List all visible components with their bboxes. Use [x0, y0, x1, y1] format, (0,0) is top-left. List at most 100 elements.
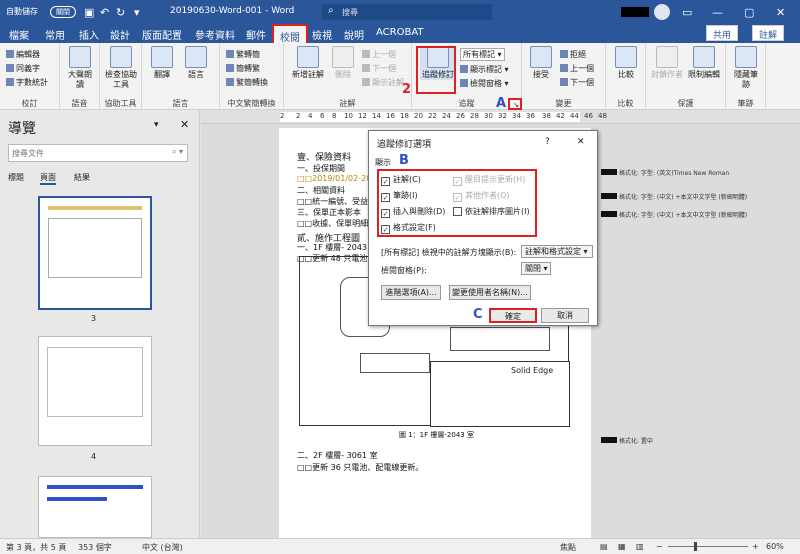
share-button[interactable]: 共用 [706, 25, 739, 41]
checkbox-highlight-updates[interactable]: ✓ 醒目提示更新(H) [453, 174, 525, 186]
nav-close-icon[interactable]: ✕ [180, 118, 189, 131]
restrict-editing-button[interactable]: 限制編輯 [686, 46, 722, 80]
translate-button[interactable]: 翻譯 [148, 46, 176, 80]
tab-mailings[interactable]: 郵件 [246, 27, 266, 42]
tab-file[interactable]: 檔案 [9, 27, 29, 42]
save-icon[interactable]: ▣ [84, 6, 94, 19]
conversion-button[interactable]: 繁簡轉換 [226, 77, 268, 88]
delete-comment-button[interactable]: 刪除 [330, 46, 356, 80]
page-count[interactable]: 第 3 頁，共 5 頁 [6, 542, 66, 553]
page-number: 3 [91, 314, 97, 323]
tab-acrobat[interactable]: ACROBAT [376, 27, 424, 38]
zoom-level[interactable]: 60% [766, 542, 784, 551]
doc-line: 二、相關資料 [297, 186, 345, 195]
ruler-tick: 36 [526, 112, 535, 120]
checkbox-comments[interactable]: ✓ 註解(C) [381, 174, 421, 186]
group-label: 筆跡 [737, 99, 754, 108]
page-thumbnail[interactable] [38, 476, 152, 538]
checkbox-insertions-deletions[interactable]: ✓ 插入與刪除(D) [381, 206, 445, 218]
checkbox-ink[interactable]: ✓ 筆跡(I) [381, 190, 418, 202]
tab-help[interactable]: 說明 [344, 27, 364, 42]
ruler-tick: 46 [584, 112, 593, 120]
cancel-button[interactable]: 取消 [541, 308, 589, 323]
tab-layout[interactable]: 版面配置 [142, 27, 182, 42]
page-thumbnail[interactable] [38, 336, 152, 446]
maximize-icon[interactable]: ▢ [744, 6, 754, 19]
nav-search-input[interactable]: 搜尋文件 ⌕ ▾ [8, 144, 188, 162]
customize-icon[interactable]: ▾ [134, 6, 140, 19]
comment-balloon[interactable]: 格式化: 字型: (中文) +本文中文字型 (新細明體) [601, 192, 747, 201]
page-thumbnail[interactable] [38, 196, 152, 310]
hide-ink-button[interactable]: 隱藏筆跡 [732, 46, 760, 90]
show-markup-button[interactable]: 顯示標記 ▾ [460, 64, 509, 75]
print-layout-icon[interactable]: ▦ [618, 542, 626, 551]
read-mode-icon[interactable]: ▤ [600, 542, 608, 551]
block-authors-button[interactable]: 封鎖作者 [650, 46, 684, 80]
read-aloud-button[interactable]: 大聲朗讀 [66, 46, 94, 90]
redo-icon[interactable]: ↻ [116, 6, 125, 19]
next-change-button[interactable]: 下一個 [560, 77, 594, 88]
simp-to-trad-button[interactable]: 簡轉繁 [226, 63, 260, 74]
tab-design[interactable]: 設計 [110, 27, 130, 42]
language-button[interactable]: 語言 [182, 46, 210, 80]
focus-button[interactable]: 焦點 [560, 542, 576, 553]
zoom-slider-thumb[interactable] [694, 542, 697, 551]
comment-balloon[interactable]: 格式化: 置中 [601, 436, 653, 445]
horizontal-ruler[interactable]: 2 2 4 6 8 10 12 14 16 18 20 22 24 26 28 … [200, 110, 800, 124]
trad-to-simp-button[interactable]: 繁轉簡 [226, 49, 260, 60]
nav-tab-pages[interactable]: 頁面 [40, 172, 56, 185]
autosave-label: 自動儲存 [6, 7, 38, 16]
minimize-icon[interactable]: — [712, 6, 723, 19]
reject-button[interactable]: 拒絕 [560, 49, 586, 60]
change-user-name-button[interactable]: 變更使用者名稱(N)... [449, 285, 531, 300]
help-icon[interactable]: ? [545, 137, 550, 147]
avatar[interactable] [654, 4, 670, 20]
checkbox-formatting[interactable]: ✓ 格式設定(F) [381, 222, 436, 234]
nav-options-icon[interactable]: ▾ [154, 120, 159, 130]
previous-comment-button[interactable]: 上一個 [362, 49, 396, 60]
tab-view[interactable]: 檢視 [312, 27, 332, 42]
autosave-toggle[interactable]: 關閉 [50, 6, 76, 18]
markup-select[interactable]: 所有標記 ▾ [460, 48, 505, 61]
tab-insert[interactable]: 插入 [79, 27, 99, 42]
checkbox-pictures-by-comments[interactable]: 依註解排序圖片(I) [453, 206, 530, 217]
new-comment-button[interactable]: 新增註解 [290, 46, 326, 80]
comments-button[interactable]: 註解 [752, 25, 785, 41]
word-count[interactable]: 353 個字 [78, 542, 112, 553]
zoom-out-icon[interactable]: − [656, 542, 663, 551]
advanced-options-button[interactable]: 進階選項(A)... [381, 285, 441, 300]
previous-change-button[interactable]: 上一個 [560, 63, 594, 74]
tab-home[interactable]: 常用 [45, 27, 65, 42]
search-box[interactable]: ⌕ 搜尋 [322, 4, 492, 20]
editor-button[interactable]: 編輯器 [6, 49, 40, 60]
tab-review[interactable]: 校閱 [272, 24, 308, 44]
next-comment-button[interactable]: 下一個 [362, 63, 396, 74]
close-icon[interactable]: ✕ [776, 6, 785, 19]
check-accessibility-button[interactable]: 檢查協助工具 [104, 46, 138, 90]
reviewing-pane-button[interactable]: 檢閱窗格 ▾ [460, 78, 509, 89]
show-comments-button[interactable]: 顯示註解 [362, 77, 404, 88]
zoom-in-icon[interactable]: + [752, 542, 759, 551]
compare-button[interactable]: 比較 [612, 46, 640, 80]
doc-line: 一、1F 樓層- 2043 室 [297, 243, 378, 252]
accept-button[interactable]: 接受 [526, 46, 556, 80]
group-label: 保護 [677, 99, 694, 108]
dialog-close-icon[interactable]: ✕ [577, 137, 585, 147]
comment-balloon[interactable]: 格式化: 字型: (中文) +本文中文字型 (新細明體) [601, 210, 747, 219]
web-layout-icon[interactable]: ▥ [636, 542, 644, 551]
word-count-button[interactable]: 字數統計 [6, 77, 48, 88]
zoom-slider[interactable] [668, 546, 748, 547]
balloons-select[interactable]: 註解和格式設定 ▾ [521, 245, 593, 258]
tab-references[interactable]: 參考資料 [195, 27, 235, 42]
comment-balloon[interactable]: 格式化: 字型: (英文)Times New Roman [601, 168, 729, 177]
reviewing-pane-select[interactable]: 關閉 ▾ [521, 262, 551, 275]
checkbox-other-authors[interactable]: ✓ 其他作者(O) [453, 190, 510, 202]
ribbon-display-icon[interactable]: ▭ [682, 6, 692, 19]
thesaurus-button[interactable]: 同義字 [6, 63, 40, 74]
nav-tab-headings[interactable]: 標題 [8, 172, 24, 183]
undo-icon[interactable]: ↶ [100, 6, 109, 19]
nav-tab-results[interactable]: 結果 [74, 172, 90, 183]
language-status[interactable]: 中文 (台灣) [142, 542, 183, 553]
search-icon[interactable]: ⌕ ▾ [172, 147, 183, 157]
ok-button[interactable]: 確定 [489, 308, 537, 323]
